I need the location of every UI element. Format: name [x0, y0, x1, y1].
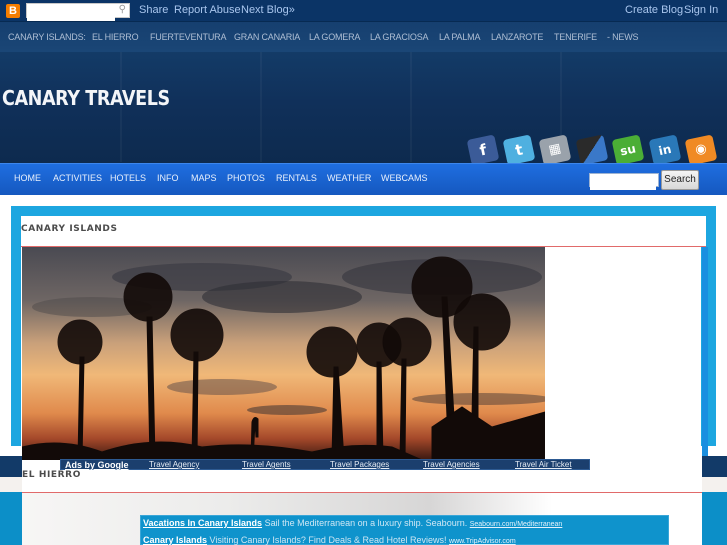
post-title[interactable]: CANARY ISLANDS	[21, 224, 118, 234]
post-el-hierro-header	[22, 470, 702, 492]
right-band-dark	[702, 456, 727, 477]
island-nav-label: CANARY ISLANDS:	[8, 32, 86, 42]
nav-rentals[interactable]: RENTALS	[276, 173, 317, 183]
blogger-logo-icon[interactable]: B	[6, 4, 20, 18]
ad-link-travel-agencies[interactable]: Travel Agencies	[423, 460, 480, 470]
island-nav-fuerteventura[interactable]: FUERTEVENTURA	[150, 32, 226, 42]
text-ad[interactable]: Vacations In Canary Islands Sail the Med…	[143, 518, 562, 528]
search-icon[interactable]: ⚲	[119, 4, 126, 15]
ad-link-travel-agents[interactable]: Travel Agents	[242, 460, 291, 470]
left-band-blue	[0, 492, 22, 545]
blogger-navbar: B ⚲ Share Report Abuse Next Blog» Create…	[0, 0, 727, 22]
blog-search-input[interactable]	[590, 178, 656, 190]
right-border	[702, 247, 708, 457]
ads-by-google-label[interactable]: Ads by Google	[65, 460, 129, 470]
nav-info[interactable]: INFO	[157, 173, 179, 183]
island-nav-news[interactable]: - NEWS	[607, 32, 639, 42]
island-nav: CANARY ISLANDS: EL HIERRO FUERTEVENTURA …	[0, 22, 727, 52]
island-nav-gran-canaria[interactable]: GRAN CANARIA	[234, 32, 300, 42]
nav-home[interactable]: HOME	[14, 173, 41, 183]
ad-link-travel-agency[interactable]: Travel Agency	[149, 460, 199, 470]
navbar-search[interactable]: ⚲	[26, 3, 130, 21]
nav-photos[interactable]: PHOTOS	[227, 173, 265, 183]
ad-link-travel-air-ticket[interactable]: Travel Air Ticket	[515, 460, 572, 470]
text-ad-unit: Vacations In Canary Islands Sail the Med…	[140, 515, 669, 545]
text-ad[interactable]: Canary Islands Visiting Canary Islands? …	[143, 535, 516, 545]
ads-link-bar: Ads by Google Travel Agency Travel Agent…	[60, 459, 590, 470]
ad-url[interactable]: www.TripAdvisor.com	[449, 538, 516, 545]
island-nav-tenerife[interactable]: TENERIFE	[554, 32, 597, 42]
nav-activities[interactable]: ACTIVITIES	[53, 173, 102, 183]
right-band-blue	[702, 492, 727, 545]
nav-hotels[interactable]: HOTELS	[110, 173, 146, 183]
nav-weather[interactable]: WEATHER	[327, 173, 371, 183]
share-link[interactable]: Share	[139, 4, 168, 16]
post-header: CANARY ISLANDS	[21, 216, 706, 247]
right-band-light	[702, 477, 727, 492]
island-nav-la-palma[interactable]: LA PALMA	[439, 32, 480, 42]
nav-webcams[interactable]: WEBCAMS	[381, 173, 428, 183]
ad-link-travel-packages[interactable]: Travel Packages	[330, 460, 389, 470]
left-band-dark	[0, 456, 22, 477]
nav-maps[interactable]: MAPS	[191, 173, 217, 183]
create-blog-link[interactable]: Create Blog	[625, 4, 683, 16]
island-nav-la-graciosa[interactable]: LA GRACIOSA	[370, 32, 429, 42]
blog-search-field[interactable]	[589, 173, 659, 190]
main-nav: HOME ACTIVITIES HOTELS INFO MAPS PHOTOS …	[0, 163, 727, 195]
blog-title[interactable]: CANARY TRAVELS	[2, 86, 170, 110]
ad-text: Visiting Canary Islands? Find Deals & Re…	[209, 535, 447, 545]
ad-title[interactable]: Vacations In Canary Islands	[143, 518, 262, 528]
sunset-palm-trees-image	[22, 247, 545, 460]
ad-url[interactable]: Seabourn.com/Mediterranean	[470, 521, 563, 528]
island-nav-el-hierro[interactable]: EL HIERRO	[92, 32, 139, 42]
ad-title[interactable]: Canary Islands	[143, 535, 207, 545]
search-button[interactable]: Search	[661, 170, 699, 190]
next-blog-link[interactable]: Next Blog»	[241, 4, 295, 16]
island-nav-la-gomera[interactable]: LA GOMERA	[309, 32, 360, 42]
report-abuse-link[interactable]: Report Abuse	[174, 4, 241, 16]
ad-text: Sail the Mediterranean on a luxury ship.…	[264, 518, 468, 528]
post-divider	[22, 492, 702, 493]
post-image-sunset-palms[interactable]	[22, 247, 545, 460]
navbar-search-input[interactable]	[27, 8, 115, 21]
island-nav-lanzarote[interactable]: LANZAROTE	[491, 32, 543, 42]
left-band-light	[0, 477, 22, 492]
sign-in-link[interactable]: Sign In	[684, 4, 718, 16]
post-title-el-hierro[interactable]: EL HIERRO	[22, 470, 81, 480]
